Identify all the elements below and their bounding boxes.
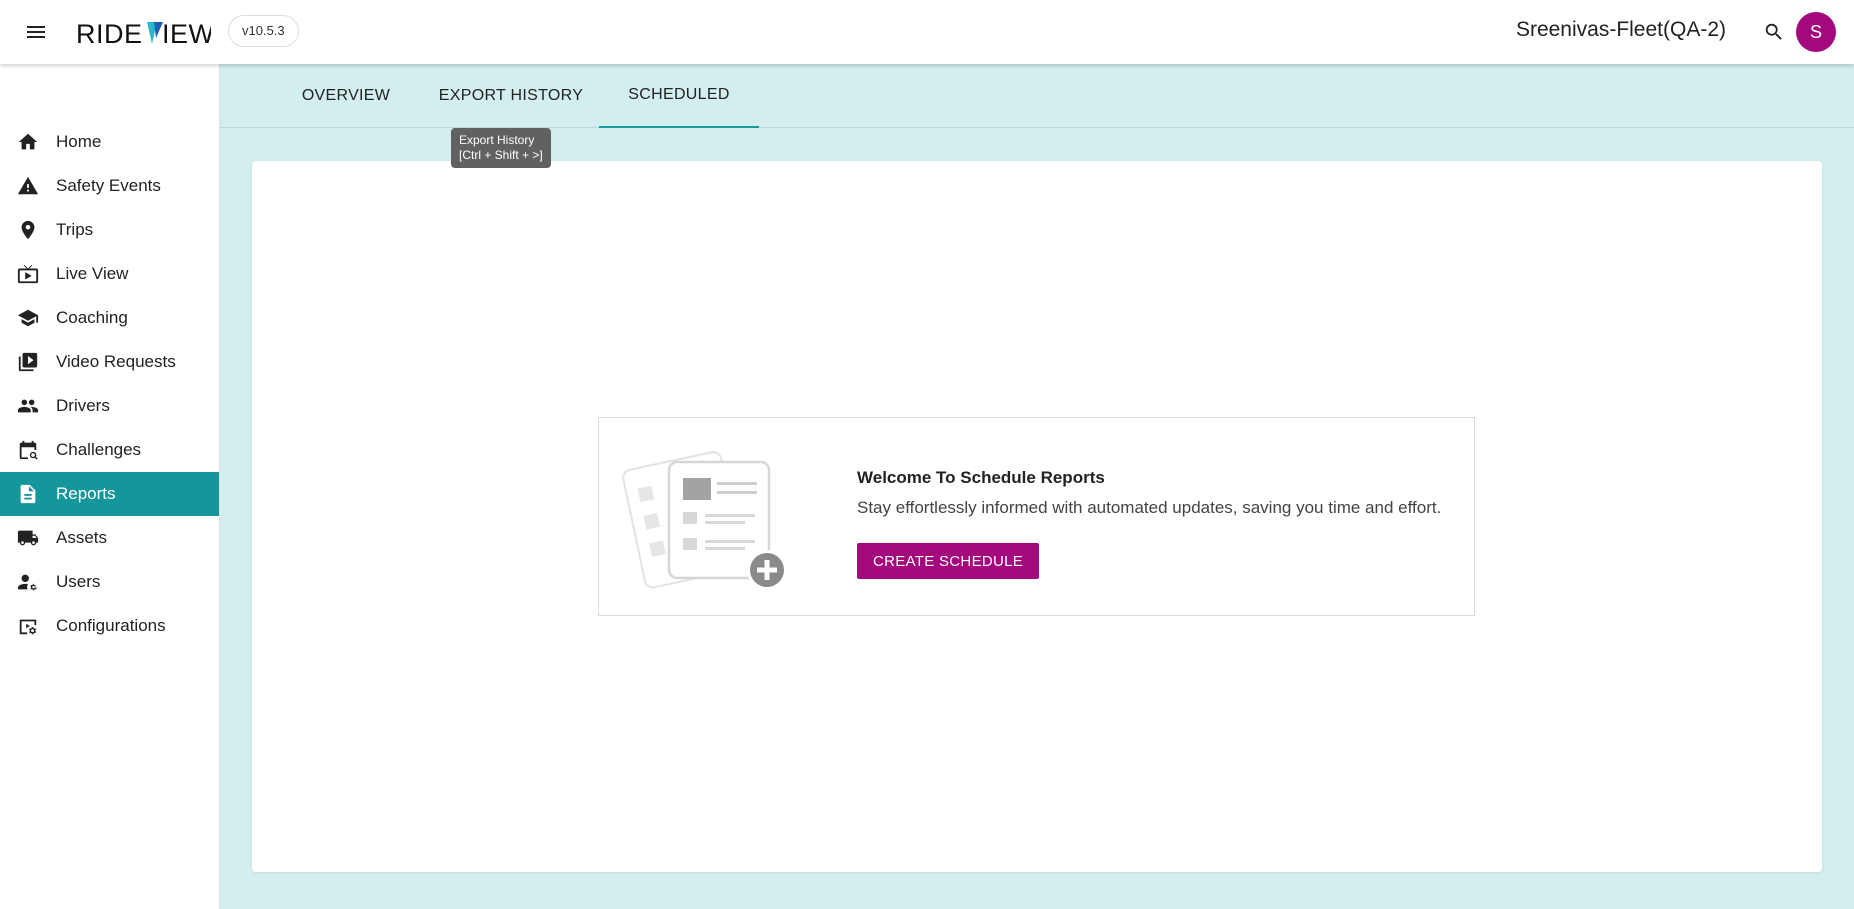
sidebar-item-label: Reports	[56, 484, 116, 503]
search-icon[interactable]	[1756, 14, 1792, 50]
version-badge: v10.5.3	[228, 15, 299, 47]
tab-scheduled[interactable]: SCHEDULED	[599, 64, 759, 128]
config-icon	[16, 614, 40, 638]
sidebar-item-assets[interactable]: Assets	[0, 516, 219, 560]
sidebar-item-configurations[interactable]: Configurations	[0, 604, 219, 648]
empty-state-subtitle: Stay effortlessly informed with automate…	[857, 498, 1442, 517]
location-pin-icon	[16, 218, 40, 242]
report-tabs: OVERVIEW EXPORT HISTORY SCHEDULED	[220, 64, 1854, 128]
tooltip-title: Export History	[459, 133, 535, 147]
sidebar-item-video-requests[interactable]: Video Requests	[0, 340, 219, 384]
live-tv-icon	[16, 262, 40, 286]
report-icon	[16, 482, 40, 506]
svg-text:RIDE: RIDE	[76, 19, 143, 48]
tooltip-shortcut: [Ctrl + Shift + >]	[459, 148, 543, 162]
hamburger-menu-icon[interactable]	[18, 14, 54, 50]
user-settings-icon	[16, 570, 40, 594]
create-schedule-button[interactable]: CREATE SCHEDULE	[857, 543, 1040, 579]
sidebar-item-label: Assets	[56, 528, 108, 547]
empty-state-panel: Welcome To Schedule Reports Stay effortl…	[598, 417, 1475, 616]
home-icon	[16, 130, 40, 154]
sidebar-item-label: Home	[56, 132, 102, 151]
sidebar-item-label: Safety Events	[56, 176, 161, 195]
sidebar-item-challenges[interactable]: Challenges	[0, 428, 219, 472]
sidebar-item-label: Coaching	[56, 308, 128, 327]
empty-state-title: Welcome To Schedule Reports	[857, 468, 1105, 487]
truck-icon	[16, 526, 40, 550]
schedule-report-illustration	[622, 451, 787, 590]
challenge-icon	[16, 438, 40, 462]
sidebar-item-safety-events[interactable]: Safety Events	[0, 164, 219, 208]
empty-state-text: Welcome To Schedule Reports Stay effortl…	[857, 468, 1441, 518]
school-icon	[16, 306, 40, 330]
sidebar-item-coaching[interactable]: Coaching	[0, 296, 219, 340]
avatar[interactable]: S	[1796, 12, 1836, 52]
sidebar: Home Safety Events Trips Live View Coach…	[0, 64, 220, 909]
tab-export-history[interactable]: EXPORT HISTORY	[422, 64, 600, 128]
sidebar-item-label: Users	[56, 572, 101, 591]
warning-icon	[16, 174, 40, 198]
sidebar-item-home[interactable]: Home	[0, 120, 219, 164]
sidebar-item-drivers[interactable]: Drivers	[0, 384, 219, 428]
sidebar-item-users[interactable]: Users	[0, 560, 219, 604]
svg-text:IEW: IEW	[162, 19, 211, 48]
export-history-tooltip: Export History [Ctrl + Shift + >]	[451, 128, 551, 168]
sidebar-item-label: Configurations	[56, 616, 166, 635]
sidebar-item-label: Challenges	[56, 440, 142, 459]
rideview-logo: RIDE IEW	[76, 19, 211, 48]
fleet-name[interactable]: Sreenivas-Fleet(QA-2)	[1516, 18, 1726, 42]
sidebar-item-live-view[interactable]: Live View	[0, 252, 219, 296]
tab-overview[interactable]: OVERVIEW	[270, 64, 422, 128]
main-content: OVERVIEW EXPORT HISTORY SCHEDULED Export…	[220, 64, 1854, 909]
people-icon	[16, 394, 40, 418]
video-library-icon	[16, 350, 40, 374]
sidebar-item-label: Video Requests	[56, 352, 176, 371]
sidebar-item-reports[interactable]: Reports	[0, 472, 219, 516]
sidebar-item-label: Trips	[56, 220, 94, 239]
app-header: RIDE IEW v10.5.3 Sreenivas-Fleet(QA-2) S	[0, 0, 1854, 64]
scheduled-reports-card: Welcome To Schedule Reports Stay effortl…	[252, 161, 1822, 872]
sidebar-item-label: Drivers	[56, 396, 110, 415]
sidebar-item-label: Live View	[56, 264, 129, 283]
sidebar-item-trips[interactable]: Trips	[0, 208, 219, 252]
